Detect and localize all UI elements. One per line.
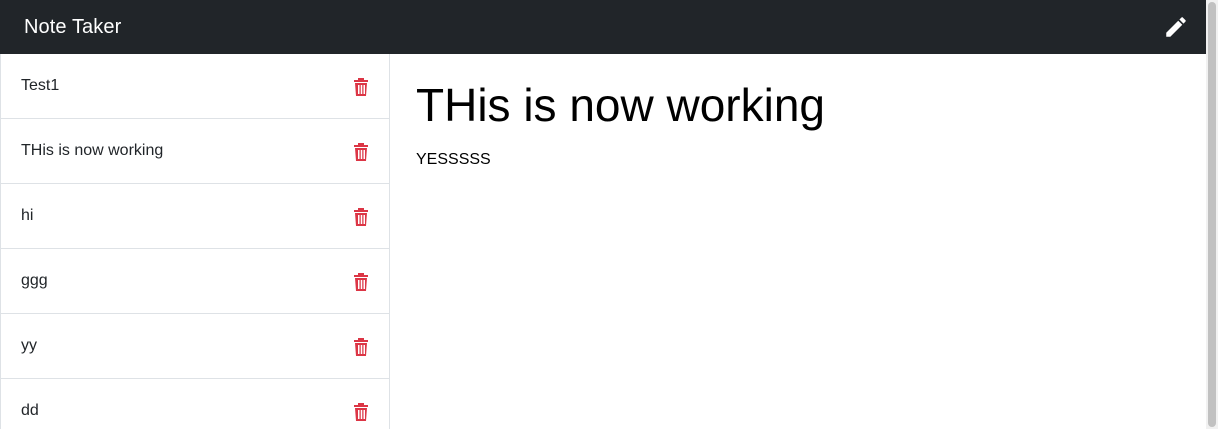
trash-icon[interactable]	[351, 401, 371, 421]
note-list-title: Test1	[21, 77, 60, 94]
list-item[interactable]: dd	[1, 379, 389, 429]
note-list-title: ggg	[21, 272, 48, 289]
trash-icon[interactable]	[351, 76, 371, 96]
note-list-title: hi	[21, 207, 34, 224]
trash-icon[interactable]	[351, 206, 371, 226]
list-item[interactable]: yy	[1, 314, 389, 379]
note-list: Test1 THis is now working hi ggg yy dd	[0, 54, 390, 429]
list-item[interactable]: Test1	[1, 54, 389, 119]
trash-icon[interactable]	[351, 271, 371, 291]
app-brand[interactable]: Note Taker	[24, 16, 121, 39]
navbar: Note Taker	[0, 0, 1206, 54]
scrollbar-thumb[interactable]	[1208, 2, 1216, 427]
list-item[interactable]: THis is now working	[1, 119, 389, 184]
note-list-title: dd	[21, 402, 39, 419]
list-item[interactable]: hi	[1, 184, 389, 249]
note-list-title: yy	[21, 337, 37, 354]
note-view: THis is now working YESSSSS	[416, 54, 1196, 169]
trash-icon[interactable]	[351, 336, 371, 356]
scrollbar[interactable]	[1206, 0, 1218, 429]
note-title[interactable]: THis is now working	[416, 78, 1196, 133]
trash-icon[interactable]	[351, 141, 371, 161]
pencil-icon[interactable]	[1162, 13, 1190, 41]
list-item[interactable]: ggg	[1, 249, 389, 314]
note-list-title: THis is now working	[21, 142, 164, 159]
note-text[interactable]: YESSSSS	[416, 151, 1196, 169]
